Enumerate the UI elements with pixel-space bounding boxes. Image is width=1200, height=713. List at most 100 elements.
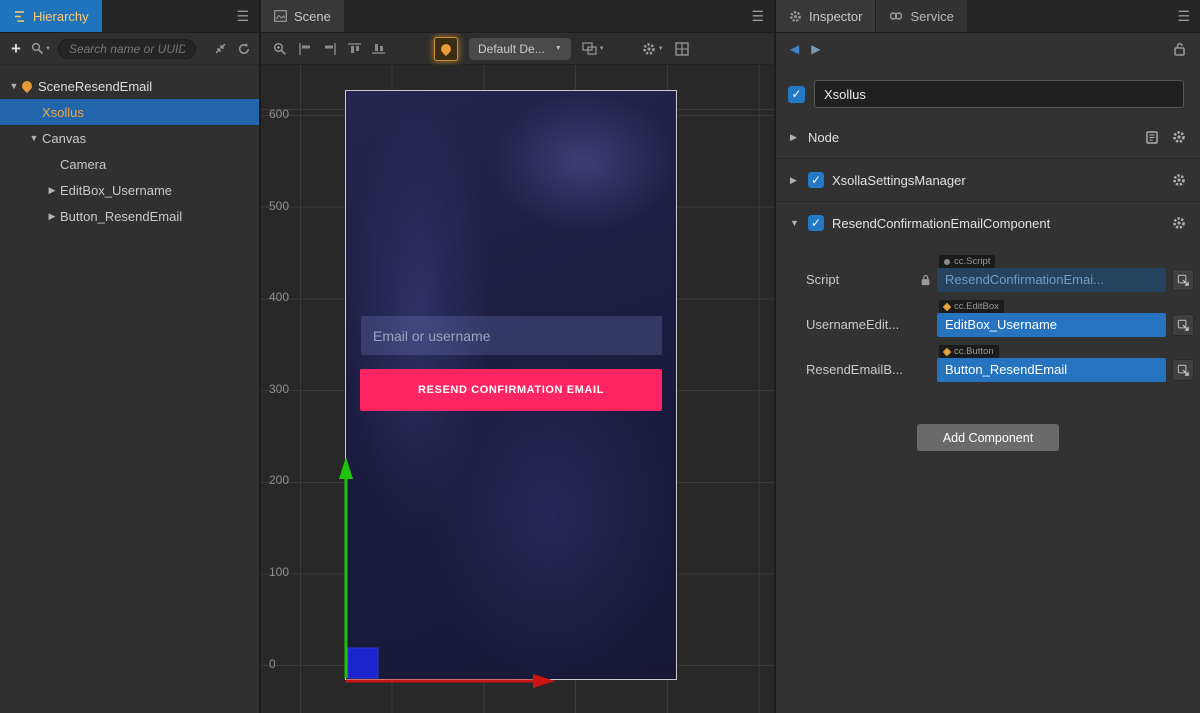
- tree-item-canvas[interactable]: ▼ Canvas: [0, 125, 259, 151]
- caret-right-icon[interactable]: ▶: [44, 185, 60, 196]
- type-badge: cc.Button: [939, 345, 999, 358]
- resend-component-header[interactable]: ▼ ✓ ResendConfirmationEmailComponent: [776, 206, 1200, 240]
- tab-hierarchy[interactable]: Hierarchy: [0, 0, 102, 32]
- ruler-label: 100: [269, 565, 295, 579]
- component-gear-icon[interactable]: [1172, 173, 1186, 187]
- scene-menu-icon[interactable]: ☰: [751, 0, 764, 33]
- align-right-icon[interactable]: [323, 43, 337, 55]
- script-type-dot-icon: [944, 259, 950, 265]
- settings-manager-component-header[interactable]: ▶ ✓ XsollaSettingsManager: [776, 163, 1200, 197]
- tree-item-camera[interactable]: Camera: [0, 151, 259, 177]
- hierarchy-header: Hierarchy ☰: [0, 0, 259, 33]
- type-badge-label: cc.Script: [954, 256, 990, 267]
- type-badge-label: cc.EditBox: [954, 301, 999, 312]
- resend-button-reference-field[interactable]: Button_ResendEmail: [937, 358, 1166, 382]
- type-badge-label: cc.Button: [954, 346, 994, 357]
- component-name-label: ResendConfirmationEmailComponent: [832, 216, 1050, 231]
- nav-forward-icon[interactable]: ▶: [811, 42, 820, 56]
- node-active-checkbox[interactable]: ✓: [788, 86, 805, 103]
- check-icon: ✓: [811, 216, 821, 230]
- tab-scene-label: Scene: [294, 9, 331, 24]
- cocos-editor-window: Hierarchy ☰ + ▼ ▼: [0, 0, 1200, 713]
- email-username-input[interactable]: [361, 316, 662, 355]
- ruler-label: 300: [269, 382, 295, 396]
- camera-preset-dropdown[interactable]: Default De... ▼: [469, 38, 571, 60]
- node-name-input[interactable]: [814, 80, 1184, 108]
- tab-inspector-label: Inspector: [809, 9, 862, 24]
- tree-item-xsollus[interactable]: Xsollus: [0, 99, 259, 125]
- hierarchy-search-input[interactable]: [58, 39, 196, 59]
- caret-down-icon[interactable]: ▼: [26, 133, 42, 143]
- node-section-header[interactable]: ▶ Node: [776, 120, 1200, 154]
- node-gear-icon[interactable]: [1172, 130, 1186, 144]
- hierarchy-menu-icon[interactable]: ☰: [236, 0, 249, 33]
- game-viewport[interactable]: RESEND CONFIRMATION EMAIL: [345, 90, 677, 680]
- collapse-all-icon[interactable]: [214, 42, 227, 55]
- search-filter-dropdown-icon: ▼: [45, 46, 51, 52]
- inspector-header: Inspector Service ☰: [776, 0, 1200, 33]
- hierarchy-toolbar: + ▼: [0, 33, 259, 65]
- type-badge: cc.Script: [939, 255, 995, 268]
- caret-right-icon[interactable]: ▶: [790, 175, 808, 186]
- check-icon: ✓: [811, 173, 821, 187]
- script-reference-field[interactable]: ResendConfirmationEmai...: [937, 268, 1166, 292]
- gizmo-highlight-button[interactable]: [434, 37, 458, 61]
- tree-item-sceneresendemail[interactable]: ▼ SceneResendEmail: [0, 73, 259, 99]
- scene-canvas[interactable]: 600 500 400 300 200 100 0 RESEND CONFIRM…: [261, 65, 774, 713]
- grid-toggle-icon[interactable]: [675, 42, 689, 56]
- dropdown-arrow-icon: ▼: [599, 46, 605, 52]
- tab-inspector[interactable]: Inspector: [776, 0, 875, 32]
- tab-scene[interactable]: Scene: [261, 0, 344, 32]
- hierarchy-icon: [13, 10, 26, 23]
- refresh-icon[interactable]: [237, 42, 251, 56]
- node-picker-button[interactable]: [1172, 359, 1194, 381]
- ruler-label: 600: [269, 107, 295, 121]
- tree-item-label: Xsollus: [42, 105, 84, 120]
- view-mode-dropdown[interactable]: ▼: [582, 42, 605, 55]
- align-left-icon[interactable]: [298, 43, 312, 55]
- search-filter-icon[interactable]: ▼: [31, 42, 51, 55]
- gizmo-flame-icon: [439, 41, 453, 55]
- create-node-button[interactable]: +: [8, 39, 24, 59]
- scene-asset-icon: [20, 79, 34, 93]
- caret-down-icon[interactable]: ▼: [790, 218, 808, 228]
- component-enabled-checkbox[interactable]: ✓: [808, 172, 824, 188]
- divider: [776, 201, 1200, 202]
- caret-right-icon[interactable]: ▶: [790, 132, 808, 143]
- unlock-icon[interactable]: [1173, 42, 1186, 56]
- ruler-label: 500: [269, 199, 295, 213]
- node-name-row: ✓: [776, 65, 1200, 108]
- property-label: UsernameEdit...: [806, 317, 913, 337]
- tab-service[interactable]: Service: [875, 0, 966, 32]
- caret-down-icon[interactable]: ▼: [6, 81, 22, 91]
- scene-toolbar: Default De... ▼ ▼ ▼: [261, 33, 774, 65]
- add-component-button[interactable]: Add Component: [917, 424, 1059, 451]
- node-section-label: Node: [808, 130, 839, 145]
- component-gear-icon[interactable]: [1172, 216, 1186, 230]
- nav-back-icon[interactable]: ◀: [790, 42, 799, 56]
- component-enabled-checkbox[interactable]: ✓: [808, 215, 824, 231]
- tree-item-label: Canvas: [42, 131, 86, 146]
- inspector-menu-icon[interactable]: ☰: [1177, 0, 1190, 33]
- tab-hierarchy-label: Hierarchy: [33, 9, 89, 24]
- scene-settings-dropdown[interactable]: ▼: [642, 42, 664, 56]
- align-bottom-icon[interactable]: [372, 42, 385, 55]
- node-picker-button[interactable]: [1172, 314, 1194, 336]
- component-properties: Script cc.Script ResendConfirmationEmai.…: [776, 240, 1200, 382]
- node-book-icon[interactable]: [1146, 131, 1158, 144]
- username-editbox-reference-field[interactable]: EditBox_Username: [937, 313, 1166, 337]
- ruler-label: 0: [269, 657, 295, 671]
- editbox-type-diamond-icon: [943, 302, 951, 310]
- caret-right-icon[interactable]: ▶: [44, 211, 60, 222]
- tree-item-button-resendemail[interactable]: ▶ Button_ResendEmail: [0, 203, 259, 229]
- align-top-icon[interactable]: [348, 42, 361, 55]
- property-label: Script: [806, 272, 913, 292]
- scene-tab-icon: [274, 10, 287, 22]
- service-icon: [889, 11, 903, 21]
- resend-confirmation-email-button[interactable]: RESEND CONFIRMATION EMAIL: [360, 369, 662, 411]
- zoom-icon[interactable]: [273, 42, 287, 56]
- button-type-diamond-icon: [943, 347, 951, 355]
- divider: [776, 158, 1200, 159]
- tree-item-editbox-username[interactable]: ▶ EditBox_Username: [0, 177, 259, 203]
- node-picker-button[interactable]: [1172, 269, 1194, 291]
